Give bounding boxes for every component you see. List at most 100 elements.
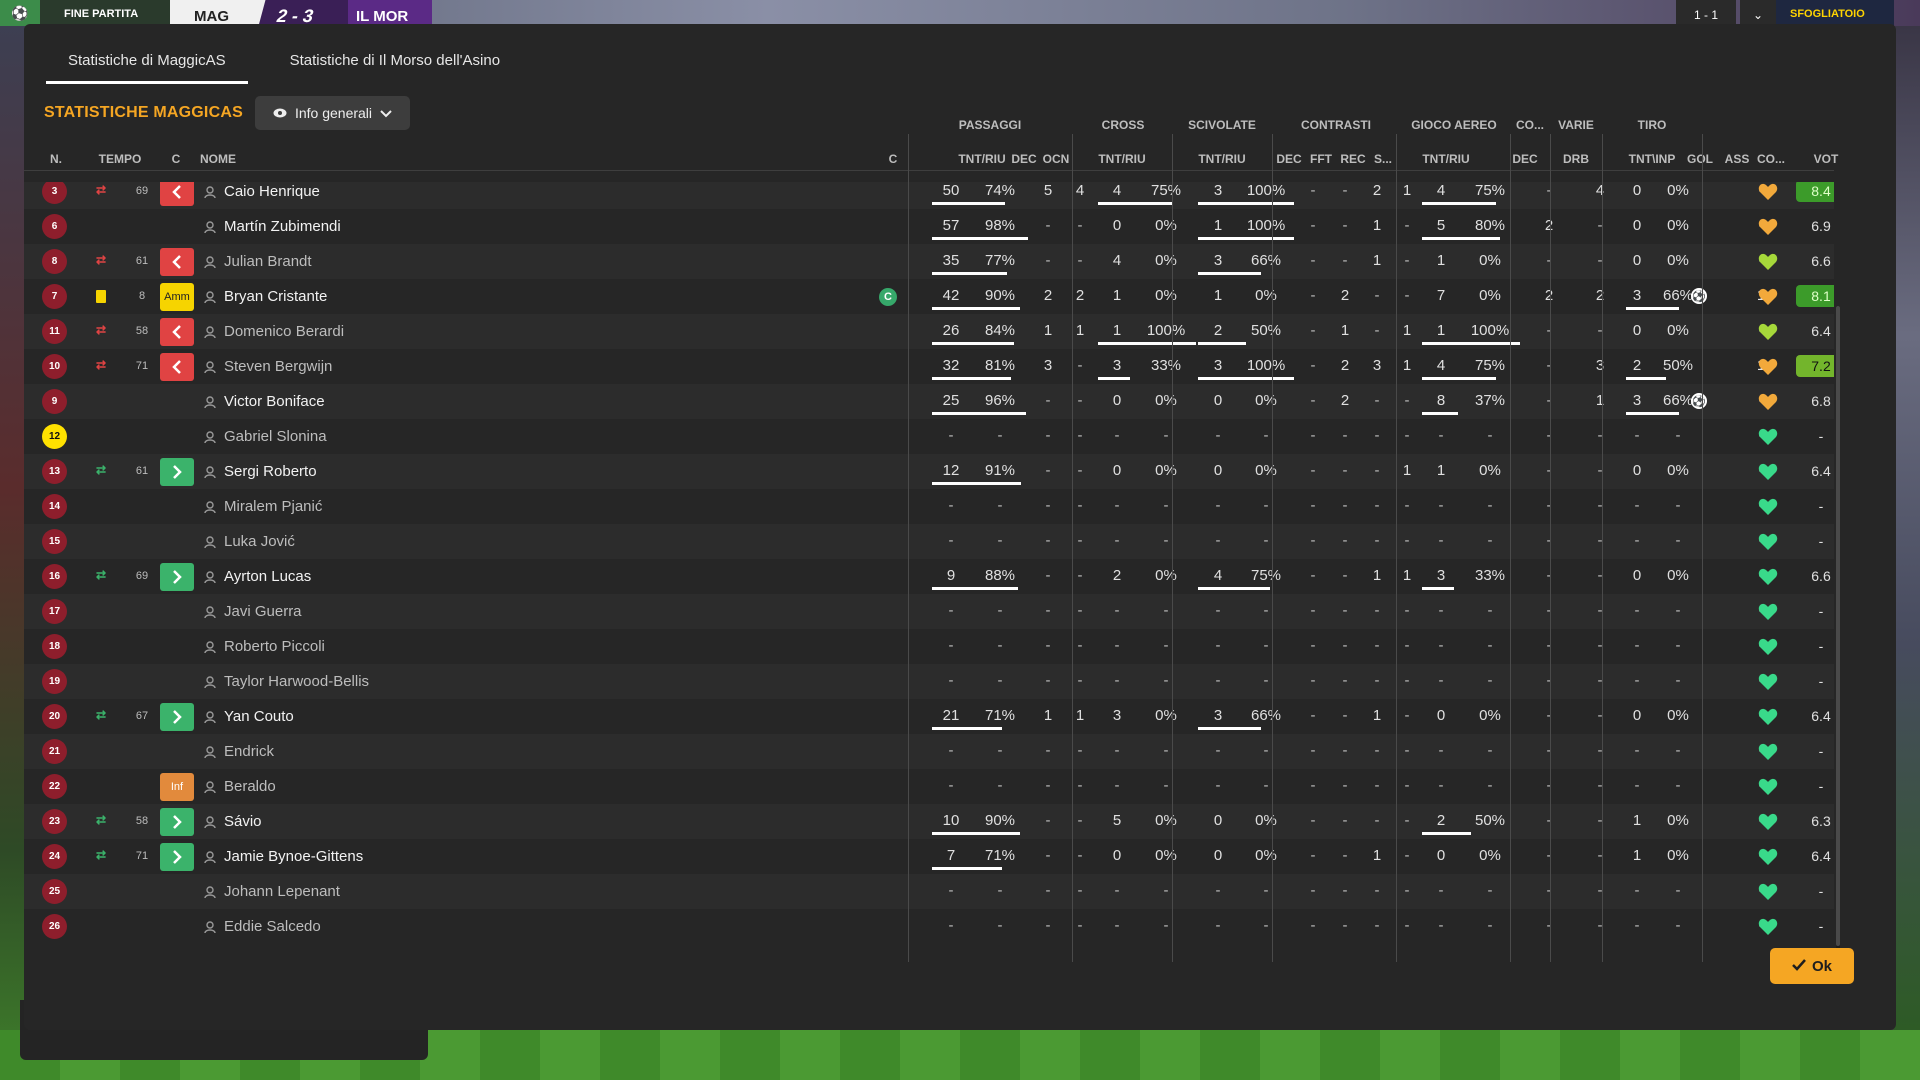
stat-tiro-pct: 0%	[1667, 462, 1689, 479]
player-name[interactable]: Taylor Harwood-Bellis	[224, 673, 369, 690]
col-tempo[interactable]: TEMPO	[96, 152, 144, 166]
table-row[interactable]: 23⇄58Sávio1090%50%00%250%10%---------6.3	[24, 804, 1834, 839]
stat-cross-count: 0	[1112, 847, 1122, 864]
subbed-off-icon	[160, 182, 194, 206]
player-name[interactable]: Eddie Salcedo	[224, 918, 321, 935]
table-row[interactable]: 8 ⇄ 61 Julian Brandt 35 77% 4 0% 3 66% 1 0% 0 0% - - - - 1…	[24, 244, 1834, 279]
table-row[interactable]: 16 ⇄ 69 Ayrton Lucas 9 88% 2 0% 4 75% 3 33% 0 0% - - - - 1…	[24, 559, 1834, 594]
col-vot[interactable]: VOT	[1806, 152, 1846, 166]
table-row[interactable]: 25Johann Lepenant--------------------	[24, 874, 1834, 909]
col-gol[interactable]: GOL	[1684, 152, 1716, 166]
col-contr-rec[interactable]: REC	[1340, 152, 1366, 166]
table-row[interactable]: 9 Victor Boniface 25 96% 0 0% 0 0% 8 37% 3 66% - - -2-…	[24, 384, 1834, 419]
table-row[interactable]: 15Luka Jović--------------------	[24, 524, 1834, 559]
col-ass[interactable]: ASS	[1722, 152, 1752, 166]
rating-value: -	[1818, 918, 1824, 934]
stat-tiro-count: 0	[1632, 322, 1642, 339]
player-name[interactable]: Caio Henrique	[224, 183, 320, 200]
table-row[interactable]: 6 Martín Zubimendi 57 98% 0 0% 1 100% 5 80% 0 0% - - -…	[24, 209, 1834, 244]
tab-home-stats[interactable]: Statistiche di MaggicAS	[46, 44, 248, 84]
stat-pdec: 1	[1043, 707, 1053, 724]
stat-pdec: -	[1045, 567, 1051, 584]
stat-aereo-count: -	[1438, 882, 1444, 899]
sub-minute: 58	[135, 325, 149, 337]
shirt-number: 14	[42, 494, 67, 519]
col-aereo-tntriu[interactable]: TNT/RIU	[1402, 152, 1490, 166]
table-row[interactable]: 14Miralem Pjanić--------------------	[24, 489, 1834, 524]
player-name[interactable]: Beraldo	[224, 778, 276, 795]
player-name[interactable]: Sávio	[224, 813, 262, 830]
stat-tiro-pct: -	[1675, 777, 1681, 794]
player-name[interactable]: Bryan Cristante	[224, 288, 327, 305]
stat-codec: 2	[1544, 217, 1554, 234]
player-name[interactable]: Jamie Bynoe-Gittens	[224, 848, 363, 865]
player-name[interactable]: Luka Jović	[224, 533, 295, 550]
player-name[interactable]: Miralem Pjanić	[224, 498, 322, 515]
col-pass-dec[interactable]: DEC	[1008, 152, 1040, 166]
player-name[interactable]: Sergi Roberto	[224, 463, 317, 480]
table-row[interactable]: 17Javi Guerra--------------------	[24, 594, 1834, 629]
stat-pass-count: -	[948, 777, 954, 794]
col-pass-ocn[interactable]: OCN	[1040, 152, 1072, 166]
player-name[interactable]: Javi Guerra	[224, 603, 302, 620]
condition-heart-icon	[1758, 673, 1778, 691]
stat-aereo-pct: 0%	[1479, 252, 1501, 269]
player-name[interactable]: Martín Zubimendi	[224, 218, 341, 235]
stat-aereo-count: 4	[1436, 357, 1446, 374]
table-row[interactable]: 13 ⇄ 61 Sergi Roberto 12 91% 0 0% 0 0% 1 0% 0 0% - - - - -…	[24, 454, 1834, 489]
col-c[interactable]: C	[166, 152, 186, 166]
table-row[interactable]: 18Roberto Piccoli--------------------	[24, 629, 1834, 664]
ok-button[interactable]: Ok	[1770, 948, 1854, 984]
player-name[interactable]: Domenico Berardi	[224, 323, 344, 340]
chevron-down-icon[interactable]: ⌄	[1740, 0, 1776, 26]
table-row[interactable]: 21Endrick--------------------	[24, 734, 1834, 769]
col-co[interactable]: CO...	[1754, 152, 1788, 166]
scrollbar-thumb[interactable]	[1836, 306, 1840, 946]
player-name[interactable]: Yan Couto	[224, 708, 294, 725]
injury-badge: Inf	[160, 773, 194, 801]
table-row[interactable]: 11 ⇄ 58 Domenico Berardi 26 84% 1 100% 2 50% 1 100%…	[24, 314, 1834, 349]
player-name[interactable]: Ayrton Lucas	[224, 568, 311, 585]
col-nome[interactable]: NOME	[200, 152, 240, 166]
col-sciv-tntriu[interactable]: TNT/RIU	[1178, 152, 1266, 166]
table-row[interactable]: 19 Taylor Harwood-Bellis - - - - - - - - - - - - - - - - -…	[24, 664, 1834, 699]
stat-cross-pct: 33%	[1150, 357, 1182, 374]
stat-cross-count: -	[1114, 672, 1120, 689]
col-n[interactable]: N.	[40, 152, 72, 166]
table-row[interactable]: 7 8 Amm Bryan Cristante C 42 90% 1 0% 1 0% 7 0% 3 66% 2…	[24, 279, 1834, 314]
col-cross-tntriu[interactable]: TNT/RIU	[1078, 152, 1166, 166]
stat-crec: -	[1374, 532, 1380, 549]
table-row[interactable]: 10 ⇄ 71 Steven Bergwijn 32 81% 3 33% 3 100% 4 75% 2 5…	[24, 349, 1834, 384]
col-contr-fft[interactable]: FFT	[1308, 152, 1334, 166]
table-row[interactable]: 12Gabriel Slonina--------------------	[24, 419, 1834, 454]
col-co-dec[interactable]: DEC	[1512, 152, 1538, 166]
player-name[interactable]: Julian Brandt	[224, 253, 312, 270]
table-row[interactable]: 20 ⇄ 67 Yan Couto 21 71% 3 0% 3 66% 0 0% 0 0% 1 1 - - 1 - - -…	[24, 699, 1834, 734]
player-name[interactable]: Steven Bergwijn	[224, 358, 332, 375]
sub-minute: 8	[138, 290, 146, 302]
player-name[interactable]: Gabriel Slonina	[224, 428, 327, 445]
stat-cfft: -	[1342, 777, 1348, 794]
player-name[interactable]: Roberto Piccoli	[224, 638, 325, 655]
col-capt[interactable]: C	[883, 152, 903, 166]
player-name[interactable]: Johann Lepenant	[224, 883, 340, 900]
col-contr-s[interactable]: S...	[1370, 152, 1396, 166]
col-varie-drb[interactable]: DRB	[1554, 152, 1598, 166]
table-row[interactable]: 22InfBeraldo--------------------	[24, 769, 1834, 804]
stat-aereo-bar	[1422, 377, 1496, 380]
tab-away-stats[interactable]: Statistiche di Il Morso dell'Asino	[268, 44, 522, 84]
view-dropdown[interactable]: Info generali	[254, 96, 411, 130]
player-name[interactable]: Endrick	[224, 743, 274, 760]
table-row[interactable]: 3 ⇄ 69 Caio Henrique 50 74% 4 75% 3 100% 4 75% 0 0% 5 4…	[24, 182, 1834, 209]
stat-aereo-count: -	[1438, 742, 1444, 759]
stat-cross-count: 3	[1112, 357, 1122, 374]
stat-pass-pct: 91%	[984, 462, 1016, 479]
subbed-on-icon	[160, 703, 194, 731]
col-contr-dec[interactable]: DEC	[1276, 152, 1302, 166]
table-row[interactable]: 24 ⇄ 71 Jamie Bynoe-Gittens 7 71% 0 0% 0 0% 0 0% 1 0%…	[24, 839, 1834, 874]
sub-minute: 69	[135, 185, 149, 197]
stat-pass-count: 9	[946, 567, 956, 584]
player-name[interactable]: Victor Boniface	[224, 393, 325, 410]
table-row[interactable]: 26Eddie Salcedo--------------------	[24, 909, 1834, 944]
stat-cdec: -	[1310, 917, 1316, 934]
